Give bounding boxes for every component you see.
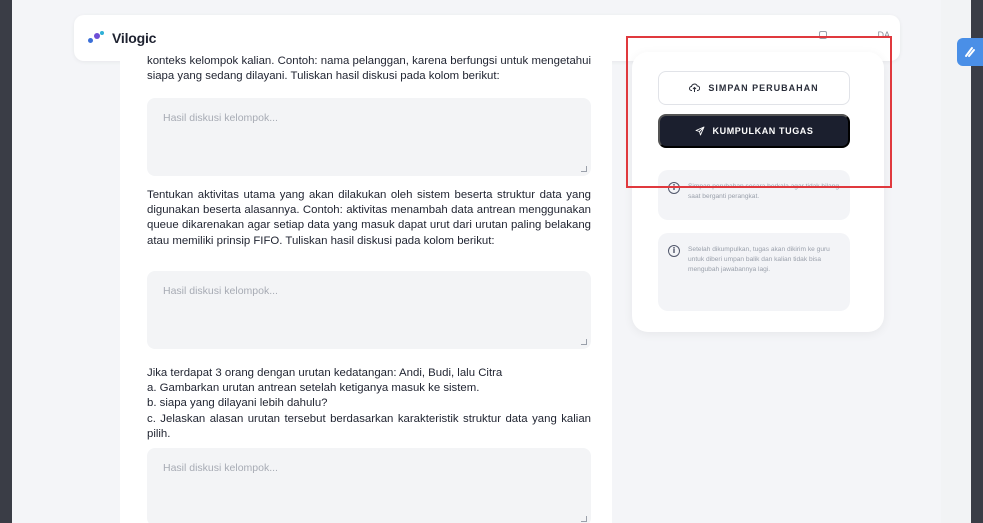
resize-handle-icon[interactable] xyxy=(581,166,587,172)
logo-icon xyxy=(88,31,106,45)
wand-icon xyxy=(965,47,975,57)
save-button-label: SIMPAN PERUBAHAN xyxy=(708,83,819,93)
question-2-text: Tentukan aktivitas utama yang akan dilak… xyxy=(147,189,591,247)
question-3-line: c. Jelaskan alasan urutan tersebut berda… xyxy=(147,412,591,440)
info-icon: i xyxy=(668,245,680,257)
question-3-line: a. Gambarkan urutan antrean setelah keti… xyxy=(147,382,480,395)
question-3-line: Jika terdapat 3 orang dengan urutan keda… xyxy=(147,367,503,379)
window-frame-left xyxy=(0,0,12,523)
info-icon: i xyxy=(668,182,680,194)
window-frame-right xyxy=(971,0,983,523)
info-box-submit: i Setelah dikumpulkan, tugas akan dikiri… xyxy=(658,233,850,311)
send-icon xyxy=(695,126,704,136)
answer-2-textarea[interactable]: Hasil diskusi kelompok... xyxy=(147,271,591,349)
window-frame-gutter xyxy=(941,0,971,523)
info-save-text: Simpan perubahan secara berkala agar tid… xyxy=(688,183,840,200)
cloud-save-icon xyxy=(689,83,701,92)
answer-2-placeholder: Hasil diskusi kelompok... xyxy=(163,285,278,297)
user-icon xyxy=(819,31,828,39)
floating-tool-button[interactable] xyxy=(957,38,983,66)
brand-name: Vilogic xyxy=(112,30,157,46)
submit-task-button[interactable]: KUMPULKAN TUGAS xyxy=(658,114,850,148)
answer-1-placeholder: Hasil diskusi kelompok... xyxy=(163,112,278,124)
user-name: DA xyxy=(877,30,890,40)
question-1-text: konteks kelompok kalian. Contoh: nama pe… xyxy=(147,56,591,83)
answer-1-textarea[interactable]: Hasil diskusi kelompok... xyxy=(147,98,591,176)
answer-3-textarea[interactable]: Hasil diskusi kelompok... xyxy=(147,448,591,523)
submit-button-label: KUMPULKAN TUGAS xyxy=(712,126,814,136)
answer-3-placeholder: Hasil diskusi kelompok... xyxy=(163,462,278,474)
user-menu[interactable]: DA xyxy=(819,30,890,40)
resize-handle-icon[interactable] xyxy=(581,339,587,345)
question-3-line: b. siapa yang dilayani lebih dahulu? xyxy=(147,397,328,410)
brand[interactable]: Vilogic xyxy=(88,30,156,46)
save-changes-button[interactable]: SIMPAN PERUBAHAN xyxy=(658,71,850,105)
worksheet-content: konteks kelompok kalian. Contoh: nama pe… xyxy=(120,56,612,523)
info-box-save: i Simpan perubahan secara berkala agar t… xyxy=(658,170,850,220)
question-3-text: Jika terdapat 3 orang dengan urutan keda… xyxy=(147,366,591,442)
info-submit-text: Setelah dikumpulkan, tugas akan dikirim … xyxy=(688,246,830,273)
resize-handle-icon[interactable] xyxy=(581,516,587,522)
